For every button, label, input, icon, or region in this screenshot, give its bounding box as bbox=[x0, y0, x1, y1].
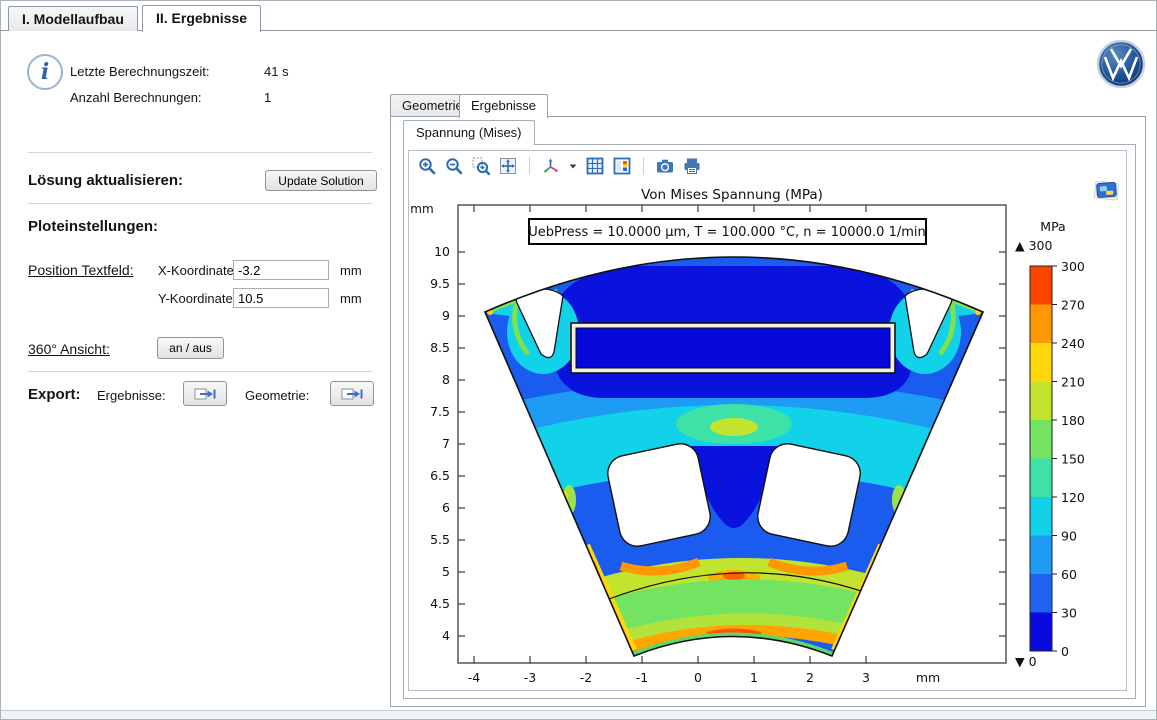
toolbar-separator bbox=[529, 157, 530, 175]
colorbar-unit: MPa bbox=[1040, 219, 1065, 234]
svg-text:5: 5 bbox=[442, 564, 450, 579]
print-icon[interactable] bbox=[682, 156, 702, 176]
svg-text:210: 210 bbox=[1061, 375, 1085, 390]
x-axis-unit: mm bbox=[916, 670, 940, 685]
tab-modellaufbau[interactable]: I. Modellaufbau bbox=[8, 6, 138, 31]
svg-text:6.5: 6.5 bbox=[430, 468, 450, 483]
svg-text:0: 0 bbox=[1061, 644, 1069, 659]
view-360-toggle-button[interactable]: an / aus bbox=[157, 337, 224, 359]
rotor-sector-contour bbox=[479, 257, 986, 658]
divider bbox=[28, 152, 372, 153]
color-legend-icon[interactable] bbox=[612, 156, 632, 176]
info-icon: i bbox=[27, 54, 63, 90]
annotation-text: UebPress = 10.0000 μm, T = 100.000 °C, n… bbox=[528, 225, 926, 240]
export-geometry-button[interactable] bbox=[330, 381, 374, 406]
app-window: I. Modellaufbau II. Ergebnisse i Letzte … bbox=[0, 0, 1157, 720]
export-geometry-label: Geometrie: bbox=[245, 388, 309, 403]
divider bbox=[28, 371, 372, 372]
svg-text:0: 0 bbox=[694, 670, 702, 685]
svg-text:270: 270 bbox=[1061, 298, 1085, 313]
y-coordinate-input[interactable] bbox=[233, 288, 329, 308]
svg-text:90: 90 bbox=[1061, 529, 1077, 544]
graphics-area: Von Mises Spannung (MPa) mm bbox=[408, 150, 1127, 691]
zoom-in-icon[interactable] bbox=[417, 156, 437, 176]
svg-text:7: 7 bbox=[442, 436, 450, 451]
view-orientation-icon[interactable] bbox=[541, 156, 561, 176]
colorbar-min: ▼ 0 bbox=[1015, 654, 1037, 669]
chevron-down-icon[interactable] bbox=[568, 156, 578, 176]
x-coordinate-input[interactable] bbox=[233, 260, 329, 280]
tab-ergebnisse[interactable]: II. Ergebnisse bbox=[142, 5, 261, 32]
svg-text:120: 120 bbox=[1061, 490, 1085, 505]
svg-text:-4: -4 bbox=[468, 670, 481, 685]
update-solution-label: Lösung aktualisieren: bbox=[28, 172, 183, 189]
tab-spannung-mises[interactable]: Spannung (Mises) bbox=[403, 120, 535, 145]
svg-text:5.5: 5.5 bbox=[430, 532, 450, 547]
zoom-out-icon[interactable] bbox=[444, 156, 464, 176]
svg-text:180: 180 bbox=[1061, 413, 1085, 428]
svg-text:150: 150 bbox=[1061, 452, 1085, 467]
tab-ergebnisse-inner[interactable]: Ergebnisse bbox=[459, 94, 548, 118]
export-results-button[interactable] bbox=[183, 381, 227, 406]
colorbar-labels: 300 270 240 210 180 150 120 90 60 30 0 bbox=[1061, 259, 1085, 659]
x-coordinate-label: X-Koordinate: bbox=[158, 263, 238, 278]
svg-text:6: 6 bbox=[442, 500, 450, 515]
zoom-extents-icon[interactable] bbox=[498, 156, 518, 176]
svg-text:8.5: 8.5 bbox=[430, 340, 450, 355]
svg-text:-1: -1 bbox=[636, 670, 648, 685]
svg-text:-2: -2 bbox=[580, 670, 592, 685]
colorbar-max: ▲ 300 bbox=[1015, 238, 1052, 253]
colorbar: MPa ▲ 300 bbox=[1015, 219, 1085, 669]
snapshot-icon[interactable] bbox=[655, 156, 675, 176]
window-bottom-strip bbox=[1, 710, 1156, 719]
svg-text:9.5: 9.5 bbox=[430, 276, 450, 291]
export-heading: Export: bbox=[28, 386, 81, 403]
svg-text:30: 30 bbox=[1061, 606, 1077, 621]
y-axis-unit: mm bbox=[410, 202, 433, 216]
svg-text:8: 8 bbox=[442, 372, 450, 387]
x-axis-labels: -4 -3 -2 -1 0 1 2 3 mm bbox=[468, 670, 940, 685]
last-computation-value: 41 s bbox=[264, 64, 289, 79]
divider bbox=[28, 203, 372, 204]
zoom-box-icon[interactable] bbox=[471, 156, 491, 176]
y-unit-label: mm bbox=[340, 291, 362, 306]
position-textfield-label: Position Textfeld: bbox=[28, 262, 134, 278]
plot-title: Von Mises Spannung (MPa) bbox=[641, 187, 823, 203]
svg-text:1: 1 bbox=[750, 670, 758, 685]
export-results-label: Ergebnisse: bbox=[97, 388, 166, 403]
computation-count-label: Anzahl Berechnungen: bbox=[70, 90, 202, 105]
svg-text:10: 10 bbox=[434, 244, 450, 259]
mises-plot: Von Mises Spannung (MPa) mm bbox=[409, 181, 1126, 690]
svg-text:240: 240 bbox=[1061, 336, 1085, 351]
svg-text:9: 9 bbox=[442, 308, 450, 323]
x-unit-label: mm bbox=[340, 263, 362, 278]
plot-settings-heading: Ploteinstellungen: bbox=[28, 218, 158, 235]
svg-text:3: 3 bbox=[862, 670, 870, 685]
y-axis-labels: 10 9.5 9 8.5 8 7.5 7 6.5 6 5.5 5 4.5 4 bbox=[430, 244, 450, 643]
computation-count-value: 1 bbox=[264, 90, 271, 105]
plot-thumbnail-button[interactable] bbox=[1094, 181, 1119, 200]
magnet-rectangle bbox=[571, 323, 895, 373]
svg-text:60: 60 bbox=[1061, 567, 1077, 582]
export-icon bbox=[341, 386, 363, 402]
graphics-toolbar bbox=[409, 151, 1126, 181]
view-360-label: 360° Ansicht: bbox=[28, 341, 110, 357]
update-solution-button[interactable]: Update Solution bbox=[265, 170, 377, 191]
svg-text:-3: -3 bbox=[524, 670, 536, 685]
vw-logo bbox=[1095, 38, 1147, 90]
y-coordinate-label: Y-Koordinate: bbox=[158, 291, 236, 306]
svg-text:4: 4 bbox=[442, 628, 450, 643]
last-computation-label: Letzte Berechnungszeit: bbox=[70, 64, 209, 79]
svg-text:2: 2 bbox=[806, 670, 814, 685]
svg-text:300: 300 bbox=[1061, 259, 1085, 274]
svg-text:4.5: 4.5 bbox=[430, 596, 450, 611]
svg-text:7.5: 7.5 bbox=[430, 404, 450, 419]
toolbar-separator bbox=[643, 157, 644, 175]
grid-icon[interactable] bbox=[585, 156, 605, 176]
parameter-annotation: UebPress = 10.0000 μm, T = 100.000 °C, n… bbox=[528, 219, 926, 244]
export-icon bbox=[194, 386, 216, 402]
